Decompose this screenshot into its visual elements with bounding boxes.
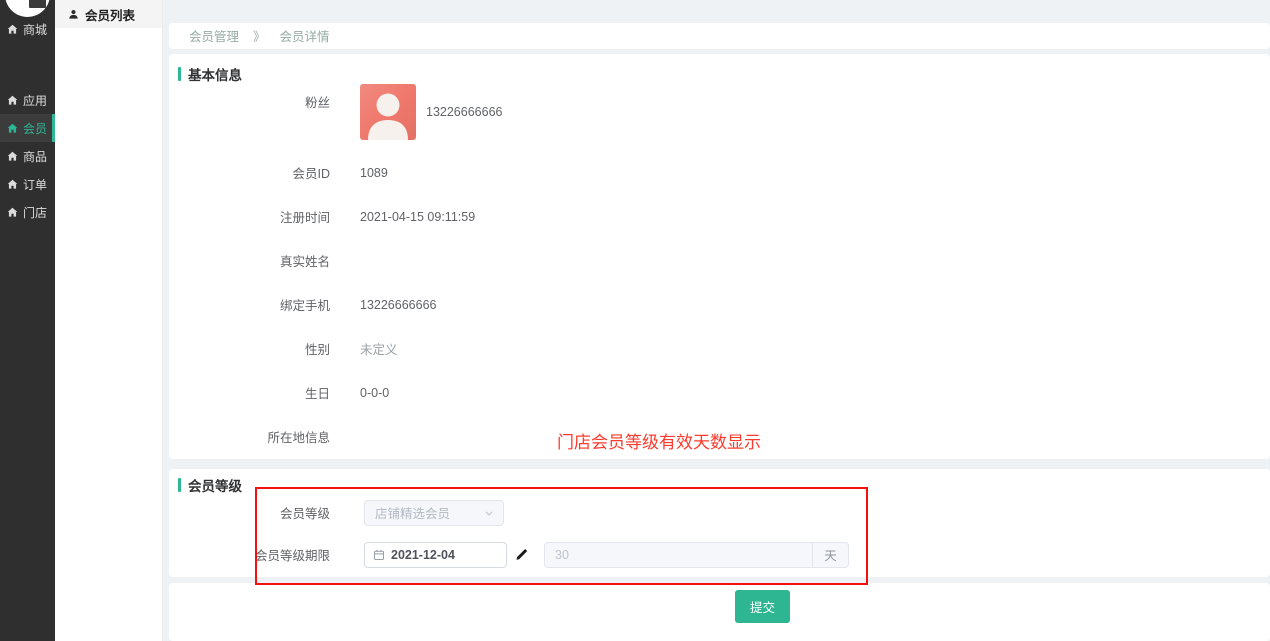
main-content: 会员管理 》 会员详情 基本信息 粉丝 13226666 xyxy=(163,0,1270,641)
footer-card: 提交 xyxy=(169,583,1270,641)
field-label: 粉丝 xyxy=(169,84,330,140)
field-row-location: 所在地信息 xyxy=(169,415,1270,459)
submenu-item-label: 会员列表 xyxy=(85,5,135,24)
sidebar-item-label: 商城 xyxy=(23,21,47,38)
field-value: 1089 xyxy=(360,166,388,180)
field-value: 0-0-0 xyxy=(360,386,389,400)
sidebar-item-orders[interactable]: 订单 xyxy=(0,170,55,198)
user-icon xyxy=(68,9,79,20)
sidebar-item-apps[interactable]: 应用 xyxy=(0,86,55,114)
field-value: 2021-04-15 09:11:59 xyxy=(360,210,475,224)
sidebar-item-stores[interactable]: 门店 xyxy=(0,198,55,226)
member-level-header: 会员等级 xyxy=(169,478,1270,492)
section-accent-bar xyxy=(178,67,181,81)
secondary-sidebar: 会员列表 xyxy=(55,0,163,641)
breadcrumb-member-management[interactable]: 会员管理 xyxy=(189,26,239,45)
field-value: 未定义 xyxy=(360,339,398,358)
field-row-gender: 性别 未定义 xyxy=(169,327,1270,371)
member-level-select-value: 店铺精选会员 xyxy=(375,503,450,522)
breadcrumb-separator: 》 xyxy=(253,26,266,45)
sidebar-spacer xyxy=(0,43,55,86)
member-level-select[interactable]: 店铺精选会员 xyxy=(364,500,504,526)
member-level-card: 会员等级 会员等级 店铺精选会员 会员等级期限 2021-12-04 xyxy=(169,469,1270,577)
field-label: 绑定手机 xyxy=(169,295,330,314)
expiry-date-input[interactable]: 2021-12-04 xyxy=(364,542,507,568)
home-icon xyxy=(7,123,18,134)
home-icon xyxy=(7,95,18,106)
sidebar-item-label: 门店 xyxy=(23,204,47,221)
fan-media: 13226666666 xyxy=(360,84,502,140)
section-accent-bar xyxy=(178,478,181,492)
level-expiry-row: 会员等级期限 2021-12-04 30 天 xyxy=(169,534,1270,576)
primary-nav: 商城 应用 会员 商品 订单 门店 xyxy=(0,0,55,226)
primary-sidebar: 商城 应用 会员 商品 订单 门店 xyxy=(0,0,55,641)
member-detail-page: 商城 应用 会员 商品 订单 门店 xyxy=(0,0,1270,641)
fan-row: 粉丝 13226666666 xyxy=(169,84,1270,140)
expiry-date-value: 2021-12-04 xyxy=(391,548,455,562)
breadcrumb: 会员管理 》 会员详情 xyxy=(169,23,1270,49)
sidebar-item-goods[interactable]: 商品 xyxy=(0,142,55,170)
field-row-register-time: 注册时间 2021-04-15 09:11:59 xyxy=(169,195,1270,239)
field-label: 所在地信息 xyxy=(169,427,330,446)
sidebar-item-mall[interactable]: 商城 xyxy=(0,15,55,43)
valid-days-input[interactable]: 30 xyxy=(545,543,812,567)
chevron-down-icon xyxy=(483,507,495,519)
sidebar-item-member[interactable]: 会员 xyxy=(0,114,55,142)
field-value: 13226666666 xyxy=(360,298,436,312)
section-title: 基本信息 xyxy=(188,64,242,84)
field-label: 会员等级 xyxy=(169,503,330,522)
field-label: 注册时间 xyxy=(169,207,330,226)
basic-info-card: 基本信息 粉丝 13226666666 会员ID 10 xyxy=(169,54,1270,459)
pencil-icon[interactable] xyxy=(515,548,528,561)
home-icon xyxy=(7,207,18,218)
sidebar-item-label: 会员 xyxy=(23,120,47,137)
home-icon xyxy=(7,179,18,190)
breadcrumb-member-detail: 会员详情 xyxy=(280,26,330,45)
field-label: 会员ID xyxy=(169,163,330,182)
sidebar-item-label: 应用 xyxy=(23,92,47,109)
section-title: 会员等级 xyxy=(188,475,242,495)
field-label: 性别 xyxy=(169,339,330,358)
submit-button[interactable]: 提交 xyxy=(735,590,790,623)
field-row-bound-phone: 绑定手机 13226666666 xyxy=(169,283,1270,327)
avatar xyxy=(360,84,416,140)
valid-days-group: 30 天 xyxy=(544,542,849,568)
valid-days-unit: 天 xyxy=(812,543,848,567)
fan-phone: 13226666666 xyxy=(426,105,502,119)
field-row-member-id: 会员ID 1089 xyxy=(169,151,1270,195)
submenu-item-member-list[interactable]: 会员列表 xyxy=(55,0,162,28)
field-label: 真实姓名 xyxy=(169,251,330,270)
home-icon xyxy=(7,24,18,35)
sidebar-item-label: 订单 xyxy=(23,176,47,193)
sidebar-item-label: 商品 xyxy=(23,148,47,165)
home-icon xyxy=(7,151,18,162)
basic-info-header: 基本信息 xyxy=(169,66,1270,82)
calendar-icon xyxy=(373,549,385,561)
field-row-real-name: 真实姓名 xyxy=(169,239,1270,283)
logo-mark xyxy=(29,0,46,8)
level-select-row: 会员等级 店铺精选会员 xyxy=(169,492,1270,534)
basic-info-fields: 会员ID 1089 注册时间 2021-04-15 09:11:59 真实姓名 … xyxy=(169,151,1270,459)
field-row-birthday: 生日 0-0-0 xyxy=(169,371,1270,415)
field-label: 会员等级期限 xyxy=(169,545,330,564)
field-label: 生日 xyxy=(169,383,330,402)
person-silhouette-icon xyxy=(360,84,416,140)
